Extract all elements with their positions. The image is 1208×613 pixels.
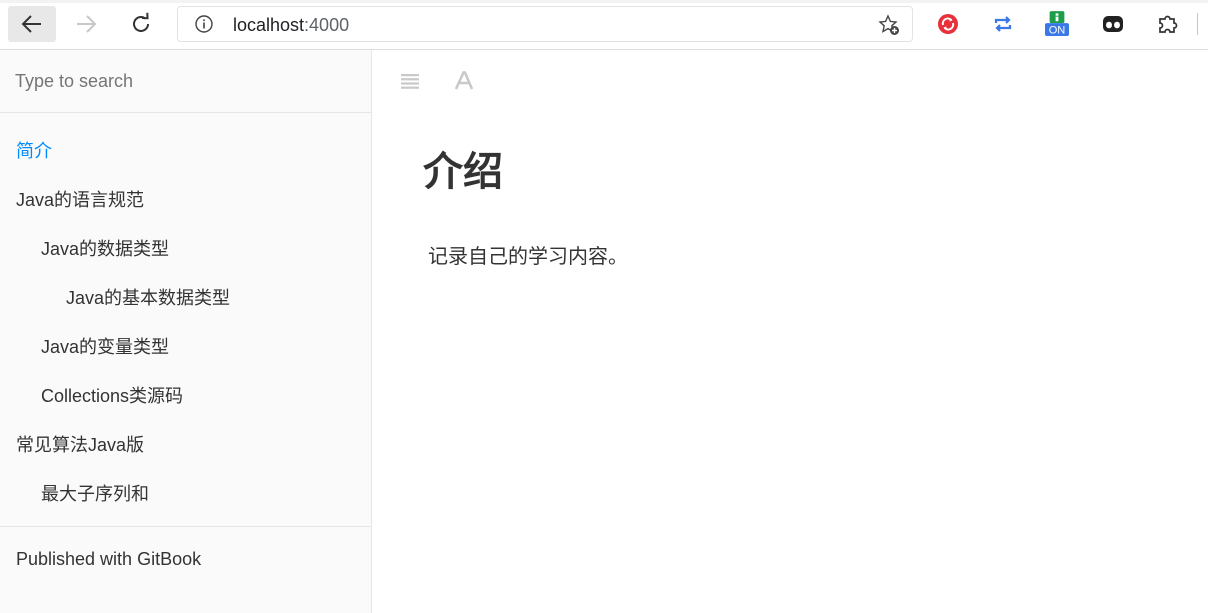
browser-toolbar: localhost:4000 ON (0, 0, 1208, 50)
url-port: :4000 (304, 15, 350, 35)
summary-divider (0, 526, 371, 527)
address-bar[interactable]: localhost:4000 (177, 6, 913, 42)
menu-toggle-icon[interactable] (399, 70, 421, 92)
page-paragraph: 记录自己的学习内容。 (428, 246, 628, 268)
extension-badge-text: ON (1049, 25, 1066, 37)
mask-icon[interactable] (1101, 12, 1125, 36)
font-settings-icon[interactable] (453, 70, 475, 92)
repeat-icon[interactable] (991, 12, 1015, 36)
toc-item[interactable]: Java的语言规范 (16, 189, 144, 211)
reload-button[interactable] (117, 6, 165, 42)
toc-item[interactable]: Java的变量类型 (41, 336, 169, 358)
search-box (0, 50, 371, 113)
search-input[interactable] (15, 68, 355, 94)
book-sidebar: 简介 Java的语言规范 Java的数据类型 Java的基本数据类型 Java的变量类型… (0, 50, 372, 613)
reload-icon (133, 12, 149, 32)
toc-item[interactable]: Collections类源码 (41, 385, 183, 407)
info-icon[interactable] (195, 15, 213, 33)
tab-strip-edge (0, 0, 1208, 3)
toc-item[interactable]: Java的基本数据类型 (66, 287, 230, 309)
toc-item[interactable]: Java的数据类型 (41, 238, 169, 260)
puzzle-icon[interactable] (1156, 12, 1180, 36)
url-host: localhost (233, 15, 305, 35)
back-button[interactable] (8, 6, 56, 42)
star-add-icon[interactable] (878, 14, 900, 36)
toolbar-separator (1197, 13, 1198, 35)
arrow-left-icon (21, 15, 41, 33)
published-with-gitbook-link[interactable]: Published with GitBook (16, 548, 201, 570)
sync-icon[interactable] (936, 12, 960, 36)
toc-item[interactable]: 最大子序列和 (41, 483, 149, 505)
on-badge-extension-icon[interactable]: ON (1045, 11, 1069, 37)
toc-item[interactable]: 常见算法Java版 (16, 434, 144, 456)
toc-item[interactable]: 简介 (16, 140, 52, 162)
forward-button[interactable] (62, 6, 110, 42)
url-text: localhost:4000 (233, 15, 349, 35)
page-title: 介绍 (423, 150, 503, 194)
arrow-right-icon (77, 15, 97, 33)
